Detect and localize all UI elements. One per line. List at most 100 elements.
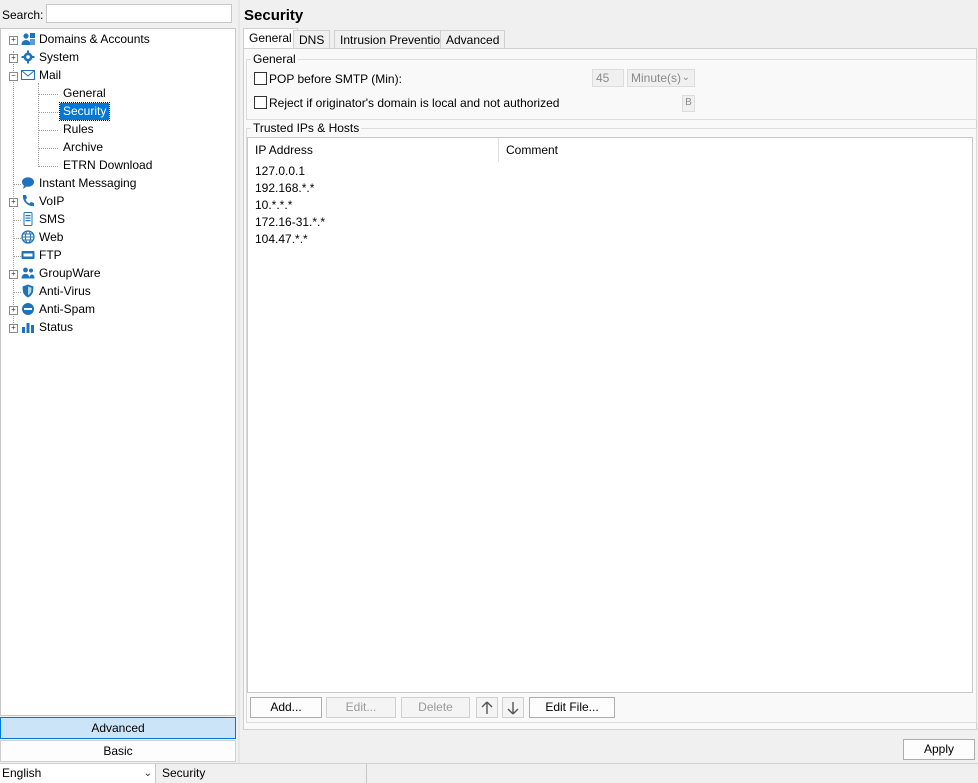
tree-item-voip[interactable]: + VoIP: [1, 193, 231, 210]
shield-icon: [22, 284, 34, 298]
edit-file-button[interactable]: Edit File...: [529, 697, 615, 718]
tree-item-label: System: [39, 50, 80, 64]
table-row[interactable]: 172.16-31.*.*: [255, 214, 325, 231]
basic-mode-button[interactable]: Basic: [0, 740, 236, 762]
tree-item-mail-security[interactable]: Security: [58, 102, 111, 121]
tree-connector: [38, 148, 58, 149]
tree-item-sms[interactable]: SMS: [1, 211, 231, 228]
pop-minutes-input[interactable]: 45: [592, 69, 624, 87]
collapse-icon[interactable]: −: [9, 72, 18, 81]
tab-general[interactable]: General: [243, 28, 298, 50]
trusted-ips-legend: Trusted IPs & Hosts: [253, 121, 360, 135]
tab-intrusion-prevention[interactable]: Intrusion Prevention: [334, 30, 453, 49]
tree-item-label: Rules: [63, 122, 94, 136]
pop-unit-select[interactable]: Minute(s) ⌄: [627, 69, 695, 87]
edit-button[interactable]: Edit...: [326, 697, 396, 718]
move-up-button[interactable]: [476, 697, 498, 718]
advanced-mode-button[interactable]: Advanced: [0, 717, 236, 739]
tree-item-instant-messaging[interactable]: Instant Messaging: [1, 175, 231, 192]
tree-item-mail[interactable]: − Mail: [1, 67, 231, 84]
tree-item-label: Status: [39, 320, 74, 334]
page-title: Security: [244, 7, 304, 24]
tree-item-web[interactable]: Web: [1, 229, 231, 246]
globe-icon: [21, 230, 35, 244]
apply-button[interactable]: Apply: [903, 739, 975, 760]
tree-item-label: Security: [63, 104, 107, 118]
tree-item-system[interactable]: + System: [1, 49, 231, 66]
chevron-down-icon: ⌄: [143, 768, 152, 779]
tree-item-label: Mail: [39, 68, 62, 82]
table-row[interactable]: 192.168.*.*: [255, 180, 314, 197]
tree-connector: [38, 130, 58, 131]
gear-icon: [21, 50, 35, 64]
navigation-tree[interactable]: + Domains & Accounts + System − Mail Gen…: [0, 28, 236, 716]
tree-item-label: Anti-Spam: [39, 302, 96, 316]
tree-connector: [38, 112, 58, 113]
tree-item-mail-rules[interactable]: Rules: [63, 121, 94, 138]
tree-item-anti-virus[interactable]: Anti-Virus: [1, 283, 231, 300]
tab-advanced[interactable]: Advanced: [440, 30, 506, 49]
chevron-down-icon: ⌄: [681, 72, 690, 83]
tree-item-label: Archive: [63, 140, 104, 154]
pop-before-smtp-checkbox[interactable]: [254, 72, 267, 85]
column-header-comment[interactable]: Comment: [499, 138, 749, 162]
phone-icon: [22, 195, 34, 207]
pane-splitter[interactable]: [238, 0, 240, 763]
tree-item-label: FTP: [39, 248, 62, 262]
expand-icon[interactable]: +: [9, 306, 18, 315]
ftp-icon: [21, 251, 35, 259]
tree-item-anti-spam[interactable]: + Anti-Spam: [1, 301, 231, 318]
no-entry-icon: [22, 303, 34, 315]
users-icon: [21, 33, 35, 45]
tree-item-groupware[interactable]: + GroupWare: [1, 265, 231, 282]
table-row[interactable]: 10.*.*.*: [255, 197, 292, 214]
tree-connector: [38, 166, 58, 167]
tree-item-label: Instant Messaging: [39, 176, 137, 190]
tree-item-label: General: [63, 86, 106, 100]
language-select[interactable]: English ⌄: [0, 764, 156, 783]
envelope-icon: [21, 70, 35, 80]
add-button[interactable]: Add...: [250, 697, 322, 718]
tree-item-label: Domains & Accounts: [39, 32, 150, 46]
sms-icon: [23, 212, 33, 226]
expand-icon[interactable]: +: [9, 54, 18, 63]
pop-before-smtp-label: POP before SMTP (Min):: [269, 72, 402, 86]
arrow-up-icon: [481, 701, 493, 714]
move-down-button[interactable]: [502, 697, 524, 718]
tree-connector: [38, 94, 58, 95]
delete-button[interactable]: Delete: [401, 697, 470, 718]
expand-icon[interactable]: +: [9, 324, 18, 333]
tree-item-mail-general[interactable]: General: [63, 85, 106, 102]
tree-item-mail-etrn-download[interactable]: ETRN Download: [63, 157, 152, 174]
reject-local-indicator: B: [682, 95, 695, 112]
reject-local-checkbox[interactable]: [254, 96, 267, 109]
expand-icon[interactable]: +: [9, 36, 18, 45]
tree-item-domains-accounts[interactable]: + Domains & Accounts: [1, 31, 231, 48]
tree-item-status[interactable]: + Status: [1, 319, 231, 336]
pop-unit-value: Minute(s): [631, 71, 682, 85]
tree-item-ftp[interactable]: FTP: [1, 247, 231, 264]
trusted-ips-list[interactable]: IP Address Comment 127.0.0.1 192.168.*.*…: [247, 137, 973, 693]
tree-item-label: Web: [39, 230, 64, 244]
tab-dns[interactable]: DNS: [293, 30, 331, 49]
general-group-legend: General: [253, 52, 296, 66]
tree-item-mail-archive[interactable]: Archive: [63, 139, 103, 156]
expand-icon[interactable]: +: [9, 270, 18, 279]
table-row[interactable]: 127.0.0.1: [255, 163, 305, 180]
bar-chart-icon: [22, 323, 34, 333]
search-label: Search:: [2, 8, 44, 22]
column-header-ip-address[interactable]: IP Address: [248, 138, 499, 162]
tree-item-label: ETRN Download: [63, 158, 153, 172]
expand-icon[interactable]: +: [9, 198, 18, 207]
table-row[interactable]: 104.47.*.*: [255, 231, 308, 248]
status-divider: [366, 764, 367, 783]
tree-item-label: GroupWare: [39, 266, 101, 280]
tree-item-label: Anti-Virus: [39, 284, 91, 298]
search-input[interactable]: [46, 4, 232, 23]
tree-item-label: VoIP: [39, 194, 65, 208]
reject-local-label: Reject if originator's domain is local a…: [269, 96, 560, 110]
language-value: English: [2, 766, 42, 780]
arrow-down-icon: [507, 702, 519, 715]
tree-item-label: SMS: [39, 212, 66, 226]
tree-guide-line: [38, 83, 39, 167]
